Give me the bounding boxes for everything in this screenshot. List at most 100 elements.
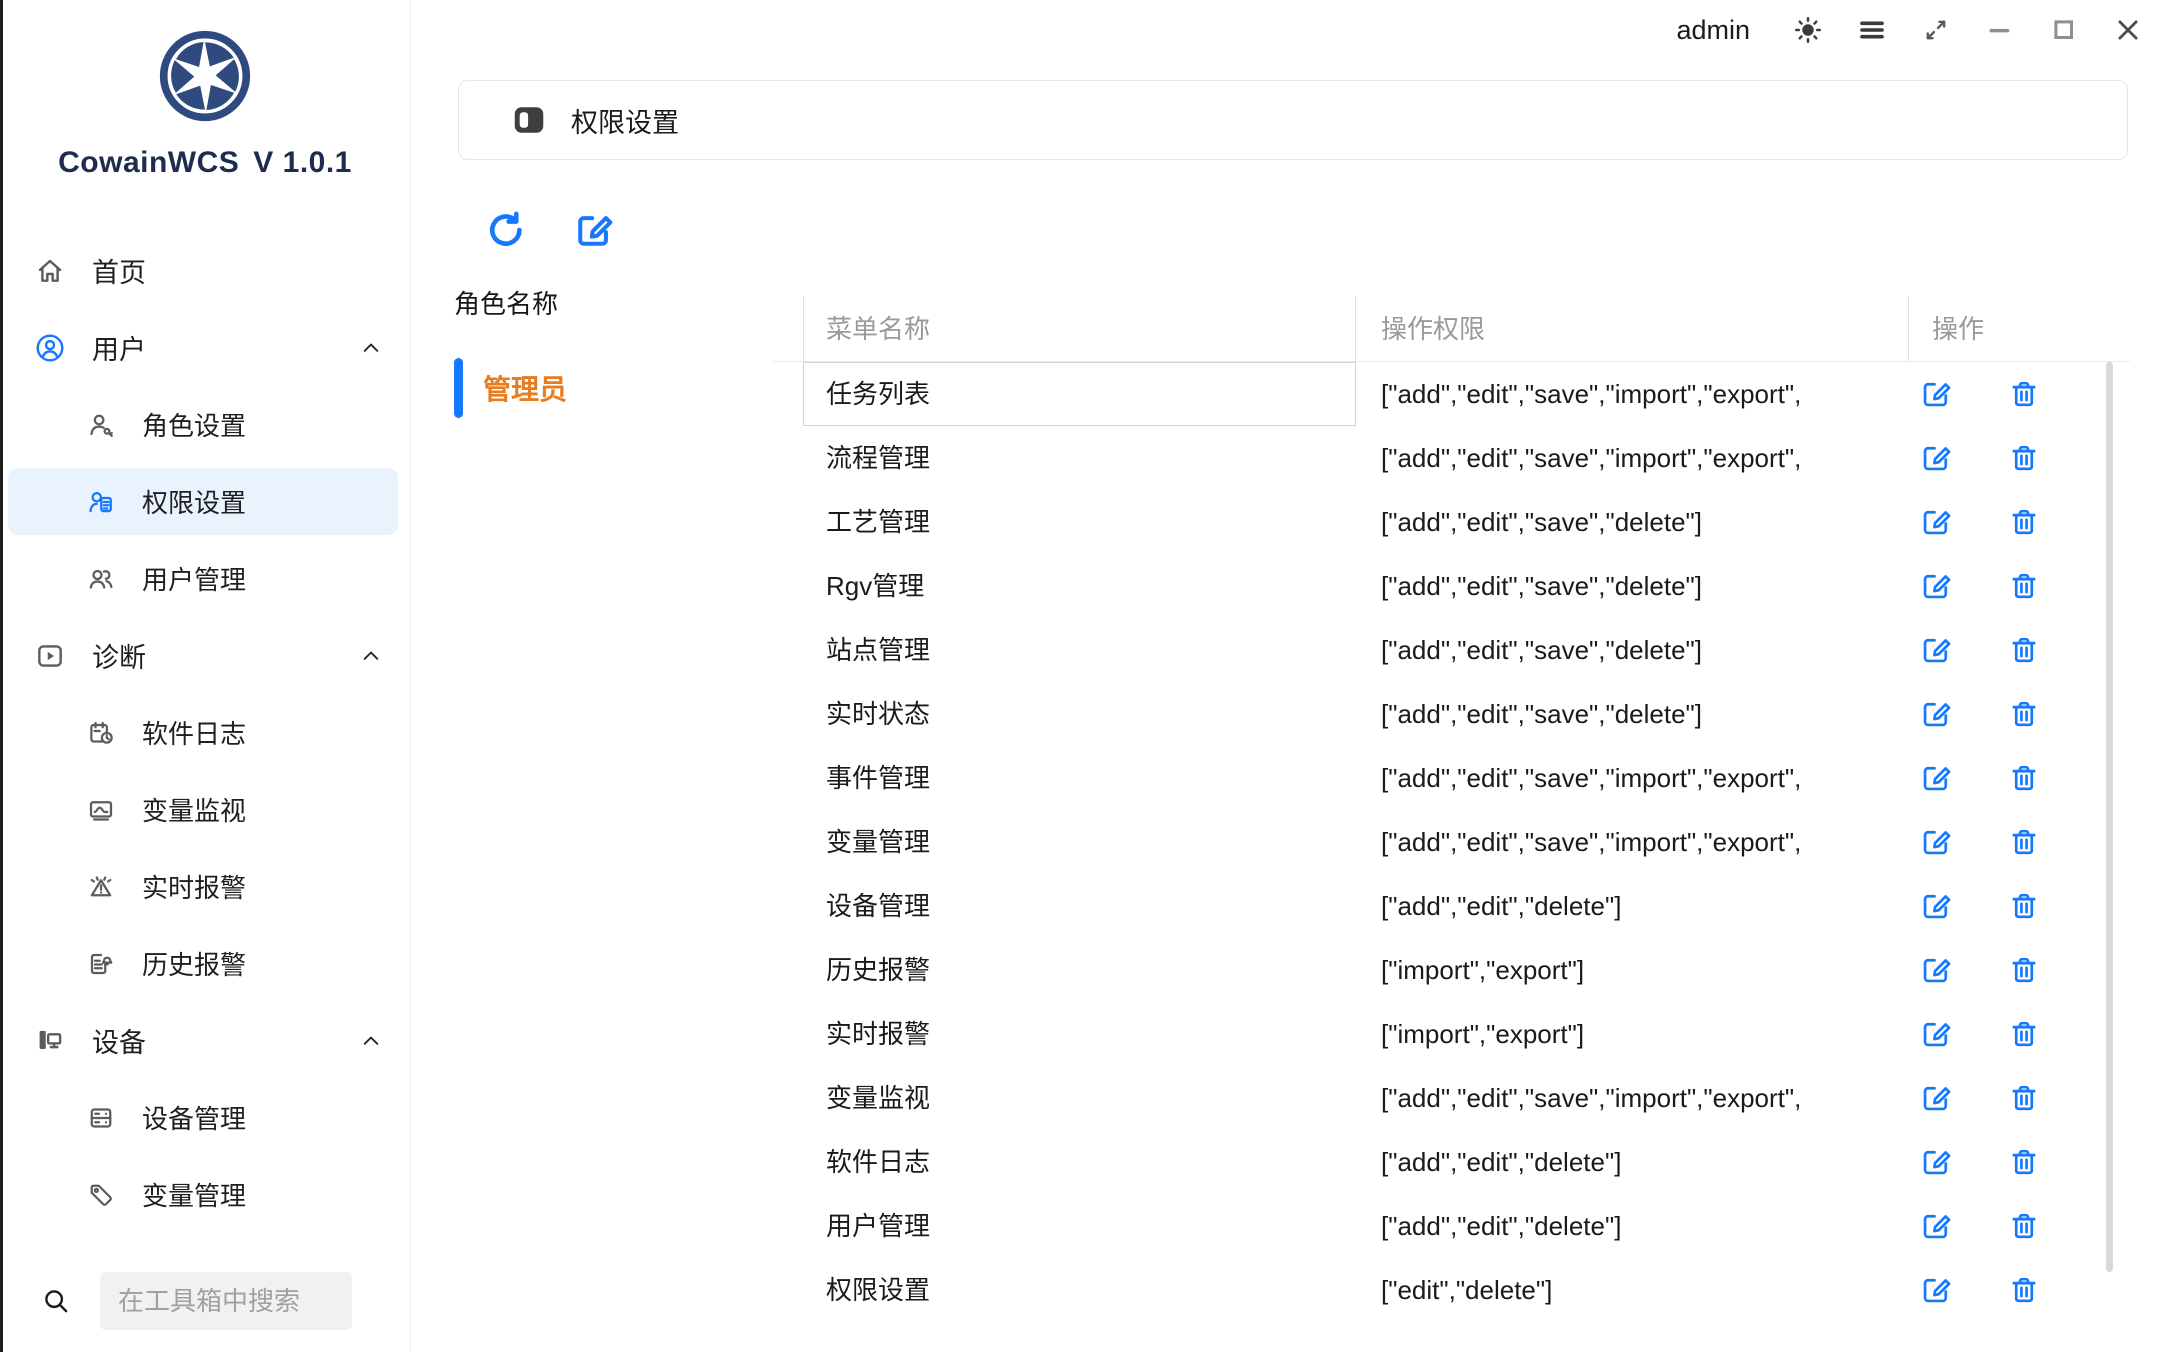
edit-row-icon[interactable] [1918,824,1954,860]
expand-icon[interactable] [1904,4,1968,56]
menu-name-cell: 站点管理 [826,618,930,682]
table-row-事件管理[interactable]: 事件管理["add","edit","save","import","expor… [410,746,2160,810]
minimize-icon[interactable] [1968,4,2032,56]
sidebar-item-设备管理[interactable]: 设备管理 [0,1079,410,1156]
vertical-scrollbar[interactable] [2106,362,2113,1272]
table-row-站点管理[interactable]: 站点管理["add","edit","save","delete"] [410,618,2160,682]
main-area: admin 权限设置 角色名称 管理员 菜单名称 操作权限 操作 任务列表["a [410,0,2160,1352]
table-row-软件日志[interactable]: 软件日志["add","edit","delete"] [410,1130,2160,1194]
sidebar-item-实时报警[interactable]: 实时报警 [0,848,410,925]
sidebar-item-label: 权限设置 [142,483,246,520]
delete-row-icon[interactable] [2006,888,2042,924]
table-row-变量管理[interactable]: 变量管理["add","edit","save","import","expor… [410,810,2160,874]
app-title: CowainWCSV 1.0.1 [0,146,410,180]
edit-row-icon[interactable] [1918,696,1954,732]
window-left-border [0,0,3,1352]
close-icon[interactable] [2096,4,2160,56]
permissions-cell: ["add","edit","save","delete"] [1381,490,1702,554]
row-actions [1918,1002,2042,1066]
edit-row-icon[interactable] [1918,952,1954,988]
delete-row-icon[interactable] [2006,824,2042,860]
sidebar-item-首页[interactable]: 首页 [0,232,410,309]
edit-row-icon[interactable] [1918,1144,1954,1180]
menu-name-cell: 工艺管理 [826,490,930,554]
refresh-icon[interactable] [484,208,528,252]
edit-row-icon[interactable] [1918,504,1954,540]
row-actions [1918,874,2042,938]
delete-row-icon[interactable] [2006,1016,2042,1052]
home-icon [34,255,66,287]
row-actions [1918,682,2042,746]
sidebar-item-变量管理[interactable]: 变量管理 [0,1156,410,1233]
sidebar-item-诊断[interactable]: 诊断 [0,617,410,694]
edit-row-icon[interactable] [1918,1208,1954,1244]
edit-icon[interactable] [572,208,616,252]
edit-row-icon[interactable] [1918,568,1954,604]
edit-row-icon[interactable] [1918,1272,1954,1308]
edit-row-icon[interactable] [1918,632,1954,668]
sidebar-item-用户管理[interactable]: 用户管理 [0,540,410,617]
permissions-cell: ["add","edit","save","import","export", [1381,810,1801,874]
sidebar-item-highlight [8,314,398,381]
delete-row-icon[interactable] [2006,376,2042,412]
delete-row-icon[interactable] [2006,1080,2042,1116]
delete-row-icon[interactable] [2006,1144,2042,1180]
sidebar-item-软件日志[interactable]: 软件日志 [0,694,410,771]
delete-row-icon[interactable] [2006,632,2042,668]
table-row-设备管理[interactable]: 设备管理["add","edit","delete"] [410,874,2160,938]
sidebar-item-历史报警[interactable]: 历史报警 [0,925,410,1002]
current-user-label[interactable]: admin [1676,15,1750,46]
permission-doc-icon [86,487,116,517]
delete-row-icon[interactable] [2006,568,2042,604]
maximize-icon[interactable] [2032,4,2096,56]
delete-row-icon[interactable] [2006,504,2042,540]
permissions-cell: ["add","edit","delete"] [1381,1194,1621,1258]
column-separator [1355,296,1356,362]
users-icon [86,564,116,594]
edit-row-icon[interactable] [1918,760,1954,796]
sidebar-item-用户[interactable]: 用户 [0,309,410,386]
edit-row-icon[interactable] [1918,1080,1954,1116]
toolbox-search-input[interactable] [100,1272,352,1330]
theme-sun-icon[interactable] [1776,4,1840,56]
table-row-流程管理[interactable]: 流程管理["add","edit","save","import","expor… [410,426,2160,490]
edit-row-icon[interactable] [1918,440,1954,476]
sidebar-item-变量监视[interactable]: 变量监视 [0,771,410,848]
aperture-logo-icon [157,28,253,124]
menu-icon[interactable] [1840,4,1904,56]
delete-row-icon[interactable] [2006,696,2042,732]
permissions-cell: ["add","edit","save","import","export", [1381,746,1801,810]
edit-row-icon[interactable] [1918,888,1954,924]
row-actions [1918,1066,2042,1130]
sidebar-item-权限设置[interactable]: 权限设置 [0,463,410,540]
permissions-cell: ["add","edit","save","delete"] [1381,682,1702,746]
device-icon [34,1025,66,1057]
column-header-permissions: 操作权限 [1381,296,1485,362]
delete-row-icon[interactable] [2006,1272,2042,1308]
tab-label: 权限设置 [571,101,679,140]
menu-name-cell: 设备管理 [826,874,930,938]
alarm-triangle-icon [86,872,116,902]
table-row-历史报警[interactable]: 历史报警["import","export"] [410,938,2160,1002]
table-row-任务列表[interactable]: 任务列表["add","edit","save","import","expor… [410,362,2160,426]
delete-row-icon[interactable] [2006,440,2042,476]
delete-row-icon[interactable] [2006,1208,2042,1244]
table-row-实时报警[interactable]: 实时报警["import","export"] [410,1002,2160,1066]
sidebar-item-设备[interactable]: 设备 [0,1002,410,1079]
menu-name-cell: 权限设置 [826,1258,930,1322]
sidebar-item-label: 变量监视 [142,791,246,828]
table-row-权限设置[interactable]: 权限设置["edit","delete"] [410,1258,2160,1322]
table-row-实时状态[interactable]: 实时状态["add","edit","save","delete"] [410,682,2160,746]
edit-row-icon[interactable] [1918,376,1954,412]
tab-permission-settings[interactable]: 权限设置 [511,101,679,140]
table-row-用户管理[interactable]: 用户管理["add","edit","delete"] [410,1194,2160,1258]
table-row-Rgv管理[interactable]: Rgv管理["add","edit","save","delete"] [410,554,2160,618]
delete-row-icon[interactable] [2006,952,2042,988]
sidebar-item-角色设置[interactable]: 角色设置 [0,386,410,463]
table-row-工艺管理[interactable]: 工艺管理 ["add","edit","save","delete"] [410,490,2160,554]
table-row-变量监视[interactable]: 变量监视["add","edit","save","import","expor… [410,1066,2160,1130]
window-titlebar: admin [410,0,2160,60]
sidebar-item-label: 用户管理 [142,560,246,597]
delete-row-icon[interactable] [2006,760,2042,796]
edit-row-icon[interactable] [1918,1016,1954,1052]
